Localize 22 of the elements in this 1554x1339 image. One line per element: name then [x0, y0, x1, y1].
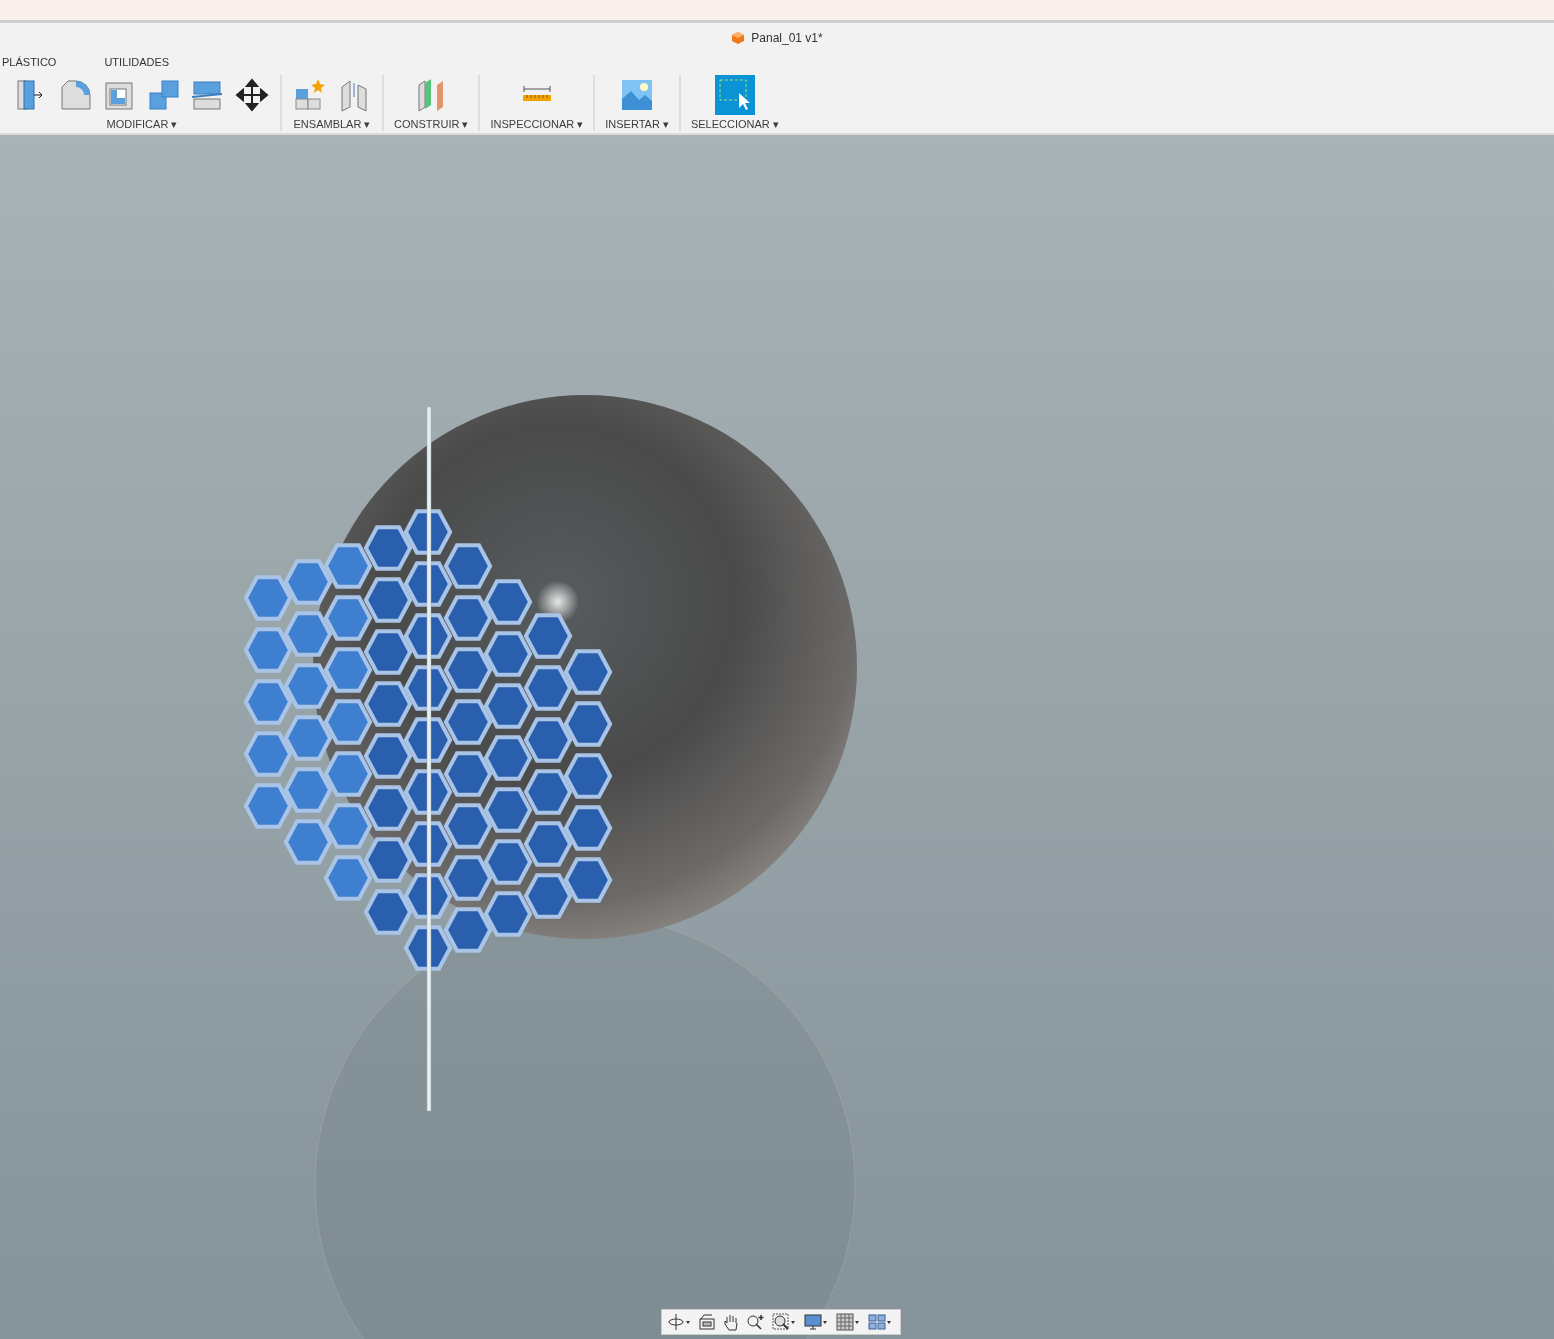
toolbar-tab[interactable]: UTILIDADES	[104, 56, 170, 68]
toolbar-menu[interactable]: MODIFICAR ▾	[106, 118, 178, 131]
look-at-button[interactable]	[698, 1313, 716, 1331]
zoom-button[interactable]	[746, 1313, 766, 1331]
pan-button[interactable]	[722, 1313, 740, 1331]
viewports-button[interactable]	[868, 1313, 894, 1331]
component-cube-icon	[731, 31, 746, 45]
toolbar-tab[interactable]: PLÁSTICO	[2, 56, 57, 68]
fillet-icon[interactable]	[58, 77, 94, 113]
display-settings-button[interactable]	[804, 1313, 830, 1331]
toolbar-menu[interactable]: CONSTRUIR ▾	[394, 118, 469, 131]
combine-icon[interactable]	[146, 77, 182, 113]
toolbar-menu[interactable]: INSPECCIONAR ▾	[490, 118, 584, 131]
toolbar-menu[interactable]: ENSAMBLAR ▾	[293, 118, 371, 131]
window-title: Panal_01 v1*	[751, 31, 823, 45]
toolbar-menu[interactable]: INSERTAR ▾	[605, 118, 669, 131]
grid-button[interactable]	[836, 1313, 862, 1331]
orbit-button[interactable]	[668, 1313, 692, 1331]
selection-icon[interactable]	[714, 75, 755, 115]
toolbar-menu[interactable]: SELECCIONAR ▾	[690, 118, 779, 131]
move-icon[interactable]	[234, 77, 270, 113]
fit-button[interactable]	[772, 1313, 798, 1331]
